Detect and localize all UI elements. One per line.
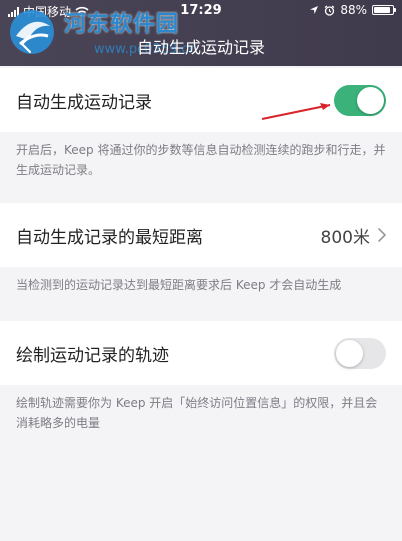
page-title: 自动生成运动记录 xyxy=(136,38,265,57)
auto-record-toggle[interactable] xyxy=(334,84,386,116)
track-description: 绘制轨迹需要你为 Keep 开启「始终访问位置信息」的权限，并且会消耗略多的电量 xyxy=(16,396,378,430)
toggle-knob xyxy=(336,339,363,367)
status-bar: 中国移动 17:29 88% xyxy=(0,0,402,22)
min-distance-description: 当检测到的运动记录达到最短距离要求后 Keep 才会自动生成 xyxy=(16,278,342,292)
min-distance-value: 800米 xyxy=(320,227,370,248)
track-toggle[interactable] xyxy=(334,337,386,369)
battery-percent: 88% xyxy=(340,3,367,17)
toggle-knob xyxy=(357,86,384,114)
chevron-right-icon xyxy=(378,228,386,242)
status-right: 88% xyxy=(309,3,396,17)
track-label: 绘制运动记录的轨迹 xyxy=(16,345,169,366)
battery-icon xyxy=(372,5,396,15)
min-distance-label: 自动生成记录的最短距离 xyxy=(16,227,203,248)
auto-record-description: 开启后，Keep 将通过你的步数等信息自动检测连续的跑步和行走，并生成运动记录。 xyxy=(16,143,386,177)
alarm-icon xyxy=(324,5,335,16)
min-distance-row[interactable]: 自动生成记录的最短距离 800米 xyxy=(0,203,402,267)
auto-record-label: 自动生成运动记录 xyxy=(16,92,152,113)
track-row: 绘制运动记录的轨迹 xyxy=(0,321,402,385)
app-header: 中国移动 17:29 88% 河东软件园 www.pc0359.cn 自动生成运… xyxy=(0,0,402,66)
auto-record-row: 自动生成运动记录 xyxy=(0,68,402,132)
location-icon xyxy=(310,6,319,14)
